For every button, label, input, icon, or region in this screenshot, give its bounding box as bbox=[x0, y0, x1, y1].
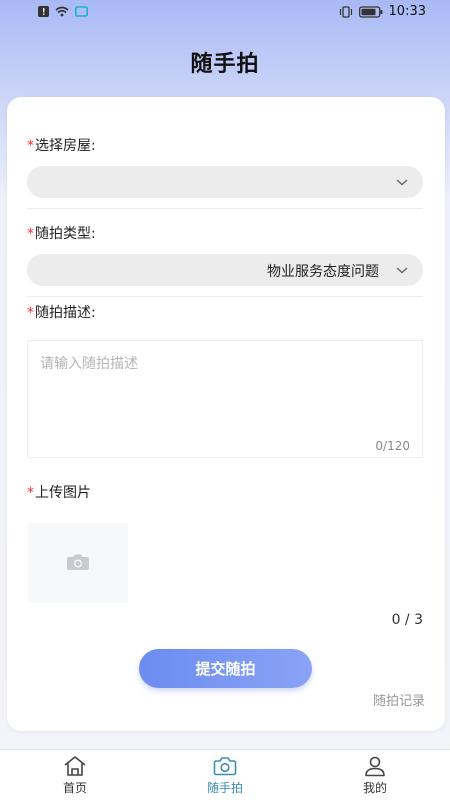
alert-icon bbox=[38, 6, 49, 17]
type-label-text: 随拍类型: bbox=[35, 226, 96, 242]
images-label: *上传图片 bbox=[27, 482, 91, 502]
type-select[interactable]: 物业服务态度问题 bbox=[27, 254, 423, 286]
house-label: *选择房屋: bbox=[27, 135, 96, 155]
description-char-counter: 0/120 bbox=[375, 439, 410, 453]
user-icon bbox=[365, 756, 385, 777]
wifi-icon bbox=[55, 6, 69, 17]
vibrate-icon bbox=[339, 5, 352, 18]
camera-icon bbox=[213, 757, 237, 776]
submit-button[interactable]: 提交随拍 bbox=[139, 649, 312, 688]
type-label: *随拍类型: bbox=[27, 223, 96, 243]
description-textarea[interactable]: 请输入随拍描述 0/120 bbox=[27, 340, 423, 458]
images-label-text: 上传图片 bbox=[35, 485, 91, 501]
nav-item-snapshot[interactable]: 随手拍 bbox=[150, 750, 300, 800]
nav-label-profile: 我的 bbox=[362, 781, 387, 795]
required-mark: * bbox=[27, 305, 34, 321]
nav-item-profile[interactable]: 我的 bbox=[300, 750, 450, 800]
status-time: 10:33 bbox=[388, 4, 426, 19]
records-link[interactable]: 随拍记录 bbox=[373, 690, 425, 709]
nav-item-home[interactable]: 首页 bbox=[0, 750, 150, 800]
form-card: *选择房屋: *随拍类型: 物业服务态度问题 *随拍描述: 请输入随拍描述 0/… bbox=[7, 97, 445, 731]
camera-icon bbox=[67, 554, 89, 570]
house-select[interactable] bbox=[27, 166, 423, 198]
image-upload-button[interactable] bbox=[28, 523, 128, 603]
home-icon bbox=[64, 756, 86, 776]
battery-icon bbox=[358, 5, 383, 18]
screen-icon bbox=[75, 6, 88, 17]
image-count: 0 / 3 bbox=[391, 612, 423, 628]
required-mark: * bbox=[27, 138, 34, 154]
nav-label-home: 首页 bbox=[62, 781, 87, 795]
status-left-icons bbox=[38, 6, 88, 17]
chevron-down-icon bbox=[396, 267, 408, 274]
description-placeholder: 请输入随拍描述 bbox=[40, 356, 138, 372]
description-label-text: 随拍描述: bbox=[35, 305, 96, 321]
house-label-text: 选择房屋: bbox=[35, 138, 96, 154]
bottom-nav: 首页 随手拍 我的 bbox=[0, 749, 450, 800]
description-label: *随拍描述: bbox=[27, 302, 96, 322]
required-mark: * bbox=[27, 485, 34, 501]
nav-label-snapshot: 随手拍 bbox=[206, 781, 243, 795]
chevron-down-icon bbox=[396, 179, 408, 186]
required-mark: * bbox=[27, 226, 34, 242]
page-title: 随手拍 bbox=[190, 52, 260, 77]
divider bbox=[27, 296, 423, 297]
status-bar: 10:33 bbox=[0, 0, 450, 26]
type-select-value: 物业服务态度问题 bbox=[267, 264, 379, 280]
divider bbox=[27, 208, 423, 209]
status-right: 10:33 bbox=[339, 4, 426, 19]
